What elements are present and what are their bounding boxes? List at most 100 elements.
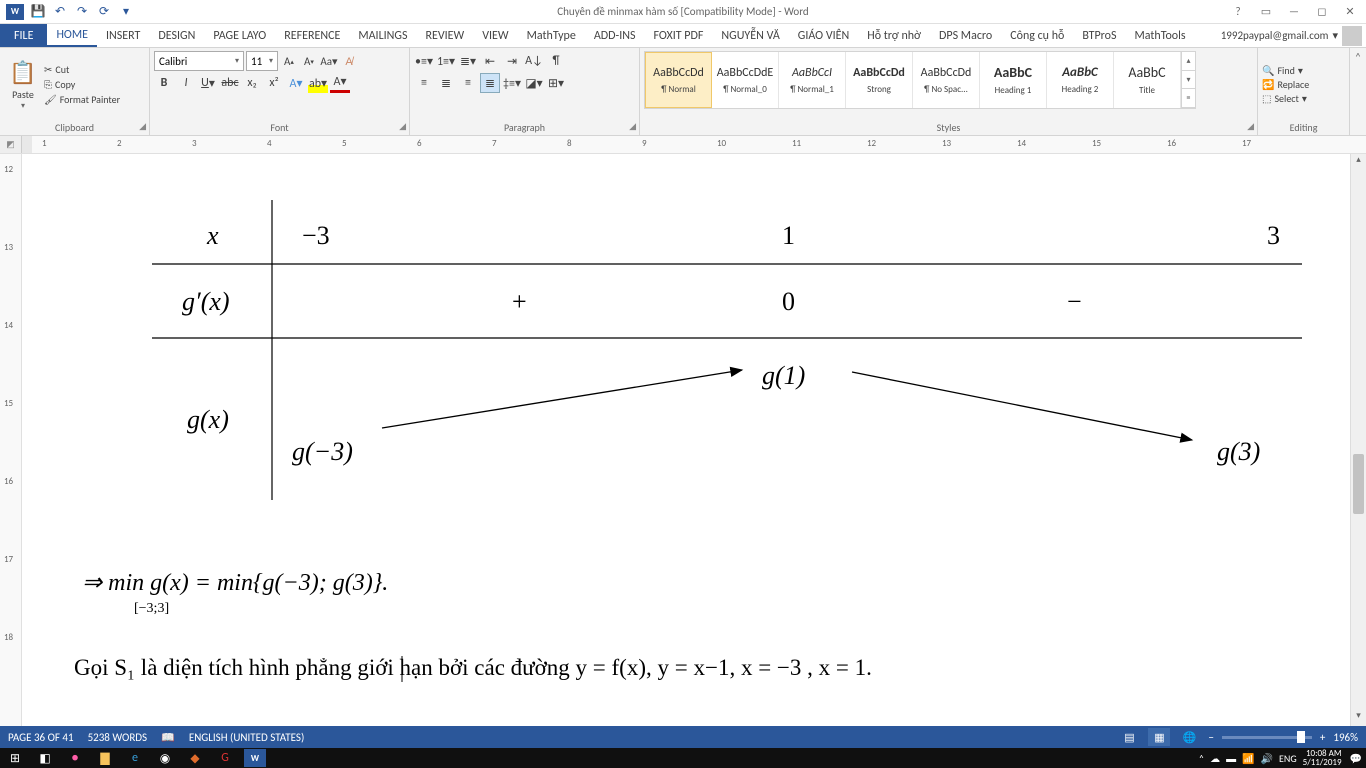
justify-button[interactable]: ≣	[480, 73, 500, 93]
save-icon[interactable]: 💾	[30, 4, 46, 20]
redo-icon[interactable]: ↷	[74, 4, 90, 20]
shading-button[interactable]: ◪▾	[524, 73, 544, 93]
dialog-launcher-icon[interactable]: ◢	[139, 121, 146, 132]
bullets-button[interactable]: •≡▾	[414, 51, 434, 71]
italic-button[interactable]: I	[176, 73, 196, 93]
align-left-button[interactable]: ≡	[414, 73, 434, 93]
explorer-icon[interactable]: ▇	[94, 749, 116, 767]
edge-icon[interactable]: e	[124, 749, 146, 767]
style-heading2[interactable]: AaBbCHeading 2	[1047, 52, 1114, 108]
vertical-scrollbar[interactable]: ▴ ▾	[1350, 154, 1366, 726]
scroll-up-icon[interactable]: ▴	[1351, 154, 1366, 170]
chrome-icon[interactable]: ◉	[154, 749, 176, 767]
tab-foxit[interactable]: FOXIT PDF	[645, 24, 713, 47]
tab-view[interactable]: VIEW	[473, 24, 517, 47]
style-normal0[interactable]: AaBbCcDdE¶ Normal_0	[712, 52, 779, 108]
tab-nguyen[interactable]: NGUYỄN VĂ	[712, 24, 788, 47]
qat-more-icon[interactable]: ▾	[118, 4, 134, 20]
zoom-handle[interactable]	[1297, 731, 1305, 743]
numbering-button[interactable]: 1≡▾	[436, 51, 456, 71]
zoom-slider[interactable]	[1222, 736, 1312, 739]
undo-icon[interactable]: ↶	[52, 4, 68, 20]
tab-insert[interactable]: INSERT	[97, 24, 149, 47]
align-right-button[interactable]: ≡	[458, 73, 478, 93]
app-icon[interactable]: ●	[64, 749, 86, 767]
tray-sound-icon[interactable]: 🔊	[1261, 752, 1273, 765]
tab-page-layout[interactable]: PAGE LAYO	[204, 24, 275, 47]
status-words[interactable]: 5238 WORDS	[88, 731, 148, 744]
close-icon[interactable]: ✕	[1340, 5, 1360, 18]
bold-button[interactable]: B	[154, 73, 174, 93]
clear-format-button[interactable]: A̸	[340, 51, 358, 71]
font-color-button[interactable]: A▾	[330, 73, 350, 93]
format-painter-button[interactable]: 🖌Format Painter	[44, 93, 120, 106]
styles-more-icon[interactable]: ≡	[1182, 89, 1195, 108]
borders-button[interactable]: ⊞▾	[546, 73, 566, 93]
scroll-down-icon[interactable]: ▾	[1351, 710, 1366, 726]
zoom-level[interactable]: 196%	[1333, 731, 1358, 744]
styles-down-icon[interactable]: ▾	[1182, 71, 1195, 90]
garena-icon[interactable]: G	[214, 749, 236, 767]
style-title[interactable]: AaBbCTitle	[1114, 52, 1181, 108]
subscript-button[interactable]: x₂	[242, 73, 262, 93]
multilevel-button[interactable]: ≣▾	[458, 51, 478, 71]
change-case-button[interactable]: Aa▾	[320, 51, 338, 71]
tab-references[interactable]: REFERENCE	[275, 24, 349, 47]
scroll-thumb[interactable]	[1353, 454, 1364, 514]
tray-battery-icon[interactable]: ▬	[1226, 752, 1236, 765]
vertical-ruler[interactable]: 12131415161718	[0, 154, 22, 726]
font-name-combo[interactable]: Calibri▾	[154, 51, 244, 71]
dialog-launcher-icon[interactable]: ◢	[1247, 121, 1254, 132]
styles-up-icon[interactable]: ▴	[1182, 52, 1195, 71]
dialog-launcher-icon[interactable]: ◢	[629, 121, 636, 132]
align-center-button[interactable]: ≣	[436, 73, 456, 93]
strike-button[interactable]: abc	[220, 73, 240, 93]
show-marks-button[interactable]: ¶	[546, 51, 566, 71]
sort-button[interactable]: A↓	[524, 51, 544, 71]
tray-lang[interactable]: ENG	[1279, 752, 1297, 765]
tray-up-icon[interactable]: ˄	[1199, 752, 1204, 765]
tab-btpros[interactable]: BTProS	[1073, 24, 1125, 47]
tab-hotro[interactable]: Hỗ trợ nhờ	[858, 24, 930, 47]
zoom-out-icon[interactable]: −	[1208, 731, 1213, 744]
font-size-combo[interactable]: 11▾	[246, 51, 278, 71]
tab-design[interactable]: DESIGN	[149, 24, 204, 47]
tab-file[interactable]: FILE	[0, 24, 47, 47]
style-normal1[interactable]: AaBbCcI¶ Normal_1	[779, 52, 846, 108]
status-lang[interactable]: ENGLISH (UNITED STATES)	[189, 731, 304, 744]
find-button[interactable]: 🔍Find ▾	[1262, 64, 1345, 77]
tab-congcu[interactable]: Công cụ hỗ	[1001, 24, 1073, 47]
word-taskbar-icon[interactable]: W	[244, 749, 266, 767]
tab-mathtype[interactable]: MathType	[518, 24, 585, 47]
tray-wifi-icon[interactable]: 📶	[1242, 752, 1254, 765]
underline-button[interactable]: U▾	[198, 73, 218, 93]
tab-addins[interactable]: ADD-INS	[585, 24, 645, 47]
text-effects-button[interactable]: A▾	[286, 73, 306, 93]
maximize-icon[interactable]: ◻	[1312, 5, 1332, 18]
minimize-icon[interactable]: —	[1284, 5, 1304, 18]
taskbar-clock[interactable]: 10:08 AM 5/11/2019	[1303, 749, 1344, 767]
style-heading1[interactable]: AaBbCHeading 1	[980, 52, 1047, 108]
select-button[interactable]: ⬚Select ▾	[1262, 92, 1345, 105]
tab-review[interactable]: REVIEW	[416, 24, 473, 47]
status-proof-icon[interactable]: 📖	[161, 731, 175, 744]
shrink-font-button[interactable]: A▾	[300, 51, 318, 71]
ruler-corner[interactable]: ◩	[0, 136, 22, 153]
increase-indent-button[interactable]: ⇥	[502, 51, 522, 71]
account-menu[interactable]: 1992paypal@gmail.com ▾	[1221, 24, 1366, 47]
style-normal[interactable]: AaBbCcDd¶ Normal	[645, 52, 712, 108]
paste-button[interactable]: 📋 Paste ▾	[4, 51, 42, 118]
line-spacing-button[interactable]: ‡≡▾	[502, 73, 522, 93]
slack-icon[interactable]: ◆	[184, 749, 206, 767]
tab-mathtools[interactable]: MathTools	[1125, 24, 1194, 47]
start-icon[interactable]: ⊞	[4, 749, 26, 767]
dialog-launcher-icon[interactable]: ◢	[399, 121, 406, 132]
decrease-indent-button[interactable]: ⇤	[480, 51, 500, 71]
superscript-button[interactable]: x²	[264, 73, 284, 93]
cut-button[interactable]: ✂Cut	[44, 63, 120, 76]
taskview-icon[interactable]: ◧	[34, 749, 56, 767]
refresh-icon[interactable]: ⟳	[96, 4, 112, 20]
help-icon[interactable]: ?	[1228, 5, 1248, 18]
highlight-button[interactable]: ab▾	[308, 73, 328, 93]
page-viewport[interactable]: x −3 1 3 g′(x) + 0 − g(x) g(−3	[22, 154, 1366, 726]
